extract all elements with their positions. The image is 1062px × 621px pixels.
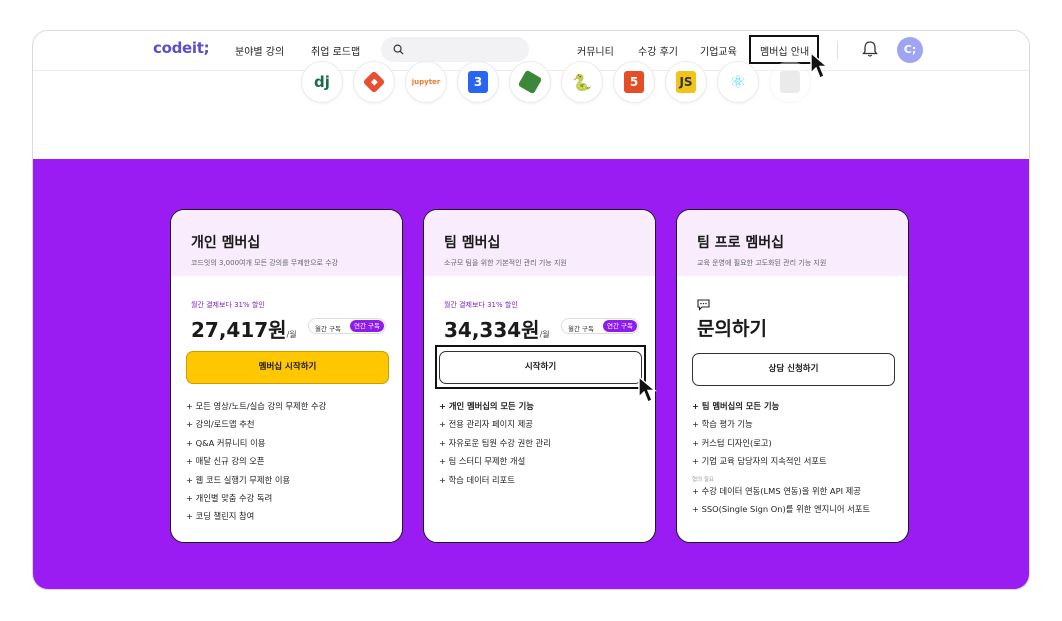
plan-card-header: 팀 프로 멤버십 교육 운영에 필요한 고도화된 관리 기능 지원 [677,210,908,276]
plan-description: 코드잇의 3,000여개 모든 강의를 무제한으로 수강 [191,259,339,267]
feature-item: + 팀 멤버십의 모든 기능 [692,401,780,411]
feature-list: + 팀 멤버십의 모든 기능 + 학습 평가 기능 + 커스텀 디자인(로고) … [692,400,870,521]
mouse-cursor-icon [809,51,833,85]
price-value: 34,334원 [444,318,540,342]
feature-item: + 커스텀 디자인(로고) [692,437,772,448]
feature-item: + 학습 데이터 리포트 [439,474,515,485]
feature-item: + 개인 멤버십의 모든 기능 [439,401,534,411]
faded-icon [769,61,811,103]
plan-card-team-pro: 팀 프로 멤버십 교육 운영에 필요한 고도화된 관리 기능 지원 문의하기 상… [676,209,909,543]
feature-item: + 매달 신규 강의 오픈 [186,456,265,467]
search-input[interactable] [381,37,529,62]
feature-item: + 웹 코드 실행기 무제한 이용 [186,474,291,485]
nav-link-reviews[interactable]: 수강 후기 [638,43,678,58]
html5-icon: 5 [613,61,655,103]
feature-note: 협의 필요 [692,476,714,483]
python-icon: 🐍 [561,61,603,103]
feature-item: + 모든 영상/노트/실습 강의 무제한 수강 [186,401,327,411]
feature-item: + 강의/로드맵 추천 [186,419,255,430]
feature-item: + 전용 관리자 페이지 제공 [439,419,533,430]
bell-icon[interactable] [862,40,878,62]
plan-title: 팀 프로 멤버십 [697,235,785,251]
nav-link-roadmap[interactable]: 취업 로드맵 [311,43,360,58]
consult-request-button[interactable]: 상담 신청하기 [692,353,895,386]
plan-title: 팀 멤버십 [444,235,501,251]
feature-item: + SSO(Single Sign On)를 위한 엔지니어 서포트 [692,503,871,514]
billing-toggle[interactable]: 월간 구독 연간 구독 [561,318,639,334]
discount-label: 월간 결제보다 31% 할인 [191,301,265,309]
feature-item: + 팀 스터디 무제한 개설 [439,456,526,467]
git-icon: ◆ [353,61,395,103]
plan-card-header: 개인 멤버십 코드잇의 3,000여개 모든 강의를 무제한으로 수강 [171,210,402,276]
plan-card-personal: 개인 멤버십 코드잇의 3,000여개 모든 강의를 무제한으로 수강 월간 결… [170,209,403,543]
price-unit: /월 [539,330,550,339]
toggle-monthly[interactable]: 월간 구독 [568,323,594,333]
start-button-highlight-box [435,345,646,389]
javascript-icon: JS [665,61,707,103]
plan-title: 개인 멤버십 [191,235,261,251]
nodejs-icon [509,61,551,103]
billing-toggle[interactable]: 월간 구독 연간 구독 [308,318,386,334]
plan-description: 소규모 팀을 위한 기본적인 관리 기능 지원 [444,259,567,267]
nav-divider [837,41,838,59]
feature-item: + 학습 평가 기능 [692,419,753,430]
toggle-yearly[interactable]: 연간 구독 [603,320,637,332]
jupyter-icon: jupyter [405,61,447,103]
search-icon [393,44,404,55]
codeit-logo[interactable]: codeit; [153,39,210,57]
toggle-monthly[interactable]: 월간 구독 [315,323,341,333]
plan-card-header: 팀 멤버십 소규모 팀을 위한 기본적인 관리 기능 지원 [424,210,655,276]
plan-price: 34,334원/월 [444,314,550,343]
feature-item: + Q&A 커뮤니티 이용 [186,437,266,448]
django-icon: dj [301,61,343,103]
chat-icon [697,296,710,315]
plan-price: 27,417원/월 [191,314,297,343]
mouse-cursor-icon [637,375,661,409]
css3-icon: 3 [457,61,499,103]
feature-list: + 개인 멤버십의 모든 기능 + 전용 관리자 페이지 제공 + 자유로운 팀… [439,400,551,492]
feature-list: + 모든 영상/노트/실습 강의 무제한 수강 + 강의/로드맵 추천 + Q&… [186,400,326,529]
react-icon: ⚛ [717,61,759,103]
nav-link-enterprise[interactable]: 기업교육 [700,43,737,58]
nav-link-lectures[interactable]: 분야별 강의 [235,43,284,58]
plan-description: 교육 운영에 필요한 고도화된 관리 기능 지원 [697,259,827,267]
discount-label: 월간 결제보다 31% 할인 [444,301,518,309]
browser-frame: codeit; 분야별 강의 취업 로드맵 커뮤니티 수강 후기 기업교육 멤버… [32,30,1030,590]
feature-item: + 자유로운 팀원 수강 권한 관리 [439,437,551,448]
price-unit: /월 [286,330,297,339]
toggle-yearly[interactable]: 연간 구독 [350,320,384,332]
feature-item: + 개인별 맞춤 수강 독려 [186,492,273,503]
contact-heading: 문의하기 [697,318,767,340]
price-value: 27,417원 [191,318,287,342]
feature-item: + 코딩 챌린지 참여 [186,511,255,522]
feature-item: + 기업 교육 담당자의 지속적인 서포트 [692,456,827,467]
start-membership-button[interactable]: 멤버십 시작하기 [186,351,389,384]
nav-link-community[interactable]: 커뮤니티 [577,43,614,58]
avatar[interactable]: C; [897,37,923,63]
feature-item: + 수강 데이터 연동(LMS 연동)을 위한 API 제공 [692,485,861,496]
